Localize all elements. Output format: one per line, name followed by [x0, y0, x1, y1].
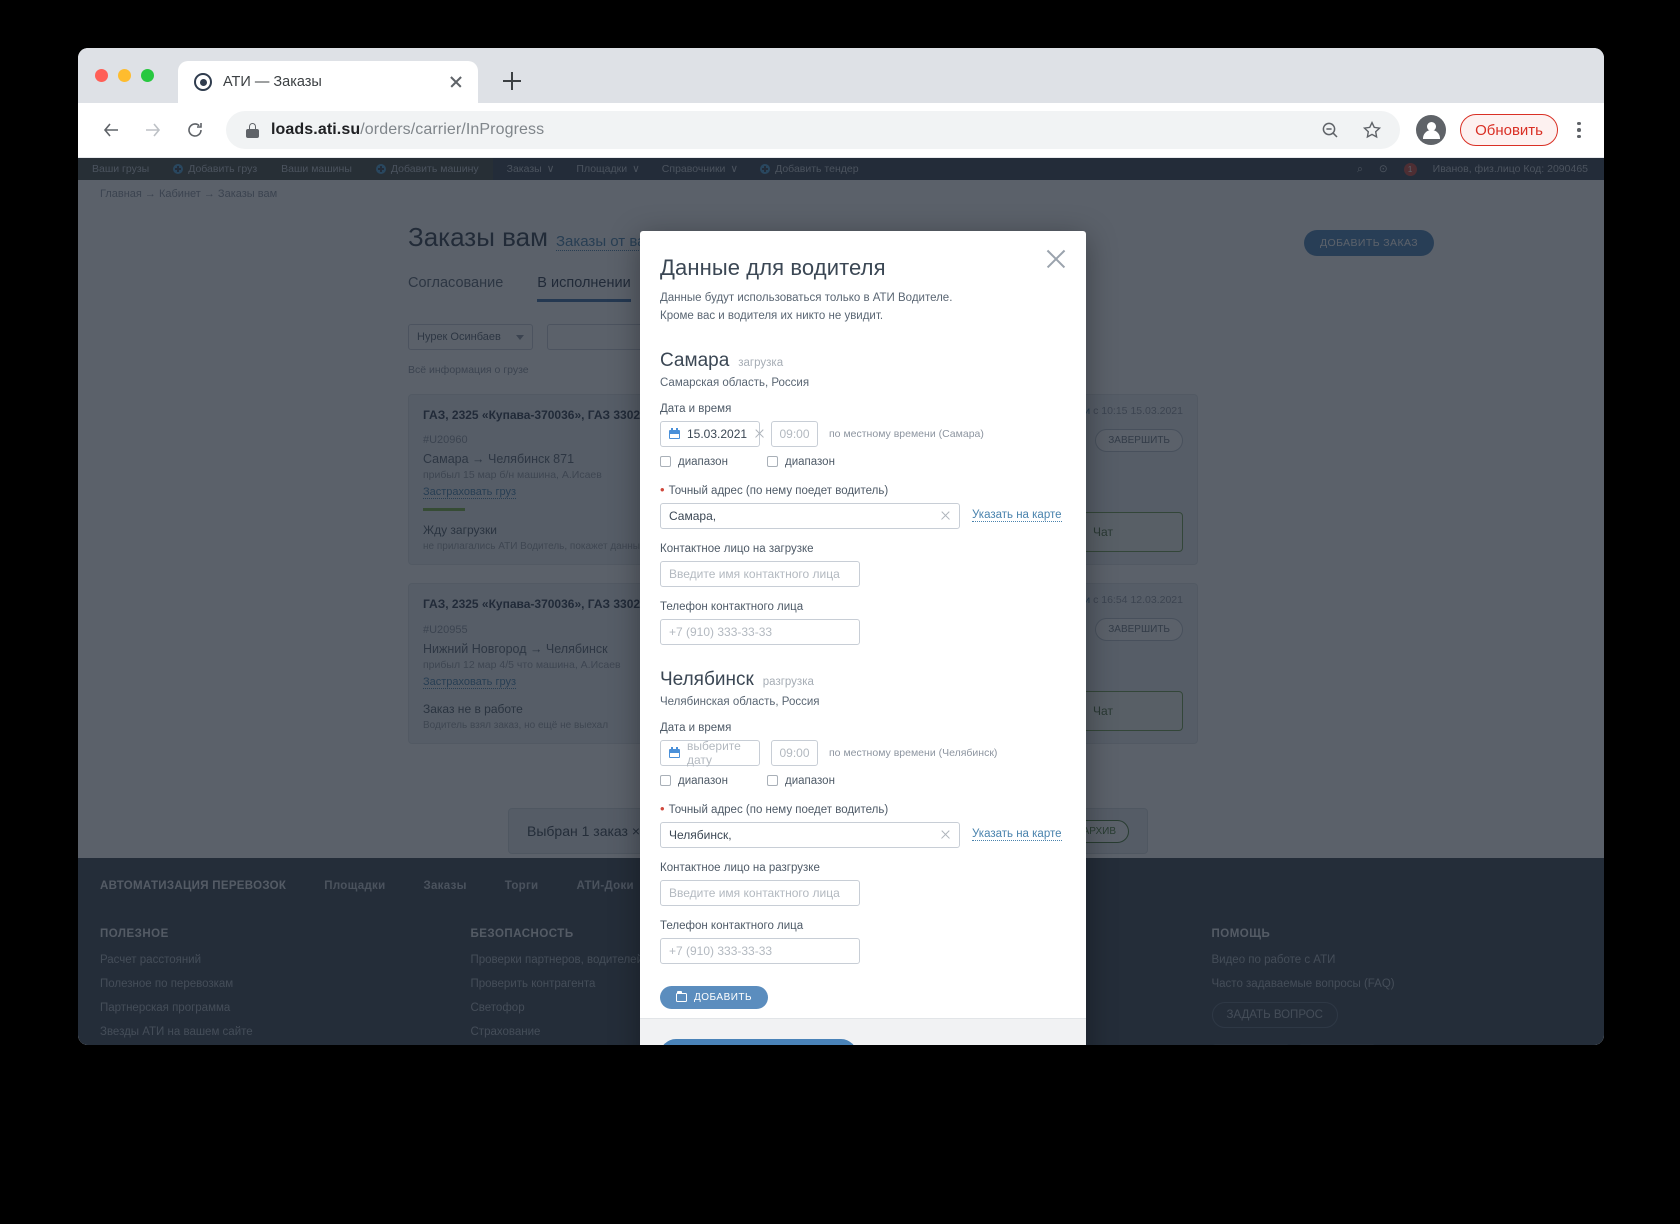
unloading-date-range-checkbox[interactable]: диапазон — [660, 775, 767, 787]
bookmark-star-icon[interactable] — [1360, 118, 1384, 142]
unloading-time-range-checkbox[interactable]: диапазон — [767, 775, 835, 787]
unloading-show-on-map-link[interactable]: Указать на карте — [972, 828, 1062, 842]
close-window-button[interactable] — [95, 69, 108, 82]
modal-body: Данные для водителя Данные будут использ… — [640, 231, 1086, 1018]
loading-date-input[interactable]: 15.03.2021 — [660, 420, 760, 447]
loading-city-header: Самара загрузка — [660, 350, 1066, 372]
profile-avatar-icon[interactable] — [1416, 115, 1447, 145]
reload-button[interactable] — [176, 111, 214, 149]
checkbox-icon — [660, 775, 671, 787]
unloading-date-input[interactable]: выберите дату — [660, 738, 760, 767]
address-bar[interactable]: loads.ati.su/orders/carrier/InProgress — [226, 111, 1401, 149]
unloading-city-kind: разгрузка — [762, 675, 814, 688]
unloading-phone-placeholder: +7 (910) 333-33-33 — [669, 943, 773, 958]
url-path: /orders/carrier/InProgress — [360, 121, 545, 138]
close-icon[interactable] — [1042, 245, 1070, 273]
unloading-city-header: Челябинск разгрузка — [660, 669, 1066, 691]
loading-show-on-map-link[interactable]: Указать на карте — [972, 509, 1062, 523]
unloading-section: Челябинск разгрузка Челябинская область,… — [660, 669, 1066, 964]
ati-logo-icon — [194, 73, 212, 91]
loading-time-input[interactable]: 09:00 — [771, 420, 818, 447]
modal-footer: ОТПРАВИТЬ ВОДИТЕЛЮ Указать позже — [640, 1018, 1086, 1045]
unloading-datetime-row: выберите дату 09:00 по местному времени … — [660, 738, 1066, 767]
unloading-contact-input[interactable]: Введите имя контактного лица — [660, 879, 860, 906]
loading-datetime-label: Дата и время — [660, 402, 732, 415]
browser-tabstrip: АТИ — Заказы — [78, 48, 1604, 103]
loading-address-input[interactable]: Самара, — [660, 502, 960, 529]
kebab-menu-icon[interactable] — [1568, 121, 1590, 139]
url-text: loads.ati.su/orders/carrier/InProgress — [271, 121, 544, 139]
lock-icon — [246, 122, 259, 138]
unloading-time-placeholder: 09:00 — [779, 745, 810, 760]
unloading-contact-placeholder: Введите имя контактного лица — [669, 885, 840, 900]
loading-phone-input[interactable]: +7 (910) 333-33-33 — [660, 618, 860, 645]
modal-title: Данные для водителя — [660, 255, 886, 280]
checkbox-icon — [767, 456, 778, 468]
unloading-phone-label: Телефон контактного лица — [660, 919, 804, 932]
unloading-address-input[interactable]: Челябинск, — [660, 821, 960, 848]
loading-address-row: Самара, Указать на карте — [660, 502, 1066, 529]
loading-city-kind: загрузка — [738, 356, 784, 369]
loading-city-name: Самара — [660, 349, 730, 371]
loading-timezone-note: по местному времени (Самара) — [829, 427, 984, 440]
url-domain: loads.ati.su — [271, 121, 361, 138]
checkbox-icon — [767, 775, 778, 787]
unloading-city-name: Челябинск — [660, 668, 754, 690]
loading-time-placeholder: 09:00 — [779, 426, 810, 441]
unloading-address-row: Челябинск, Указать на карте — [660, 821, 1066, 848]
loading-phone-placeholder: +7 (910) 333-33-33 — [669, 624, 773, 639]
loading-region: Самарская область, Россия — [660, 376, 810, 389]
add-file-label: ДОБАВИТЬ — [694, 991, 753, 1003]
unloading-region: Челябинская область, Россия — [660, 695, 820, 708]
add-file-button[interactable]: ДОБАВИТЬ — [660, 985, 769, 1009]
loading-contact-input[interactable]: Введите имя контактного лица — [660, 560, 860, 587]
loading-datetime-row: 15.03.2021 09:00 по местному времени (Са… — [660, 420, 1066, 447]
browser-window: АТИ — Заказы loads.ati.su/orders/carrier… — [78, 48, 1604, 1045]
browser-toolbar: loads.ati.su/orders/carrier/InProgress О… — [78, 103, 1604, 158]
clear-address-icon[interactable] — [940, 510, 951, 521]
minimize-window-button[interactable] — [118, 69, 131, 82]
loading-address-value: Самара, — [669, 508, 717, 523]
unloading-range-checks: диапазон диапазон — [660, 775, 1066, 787]
driver-data-modal: Данные для водителя Данные будут использ… — [640, 231, 1086, 1045]
modal-subtitle: Данные будут использоваться только в АТИ… — [660, 292, 953, 322]
calendar-icon — [669, 428, 680, 440]
send-to-driver-button[interactable]: ОТПРАВИТЬ ВОДИТЕЛЮ — [660, 1038, 858, 1045]
tab-title: АТИ — Заказы — [223, 74, 322, 90]
window-traffic-lights[interactable] — [95, 69, 154, 82]
calendar-icon — [669, 747, 680, 759]
new-tab-button[interactable] — [498, 67, 526, 95]
unloading-datetime-label: Дата и время — [660, 721, 732, 734]
folder-icon — [676, 990, 687, 1002]
loading-time-range-checkbox[interactable]: диапазон — [767, 456, 835, 468]
update-button[interactable]: Обновить — [1460, 114, 1558, 146]
close-tab-icon[interactable] — [446, 72, 466, 92]
loading-section: Самара загрузка Самарская область, Росси… — [660, 350, 1066, 645]
unloading-timezone-note: по местному времени (Челябинск) — [829, 746, 998, 759]
back-button[interactable] — [92, 111, 130, 149]
zoom-out-icon[interactable] — [1318, 118, 1342, 142]
loading-address-label: Точный адрес (по нему поедет водитель) — [660, 482, 1066, 497]
unloading-contact-label: Контактное лицо на разгрузке — [660, 861, 820, 874]
forward-button[interactable] — [134, 111, 172, 149]
loading-contact-placeholder: Введите имя контактного лица — [669, 566, 840, 581]
unloading-time-input[interactable]: 09:00 — [771, 739, 818, 766]
loading-range-checks: диапазон диапазон — [660, 456, 1066, 468]
unloading-address-value: Челябинск, — [669, 827, 732, 842]
loading-contact-label: Контактное лицо на загрузке — [660, 542, 814, 555]
unloading-phone-input[interactable]: +7 (910) 333-33-33 — [660, 937, 860, 964]
browser-tab-active[interactable]: АТИ — Заказы — [178, 61, 478, 103]
maximize-window-button[interactable] — [141, 69, 154, 82]
unloading-address-label: Точный адрес (по нему поедет водитель) — [660, 801, 1066, 816]
clear-address-icon[interactable] — [940, 829, 951, 840]
checkbox-icon — [660, 456, 671, 468]
loading-date-range-checkbox[interactable]: диапазон — [660, 456, 767, 468]
loading-phone-label: Телефон контактного лица — [660, 600, 804, 613]
clear-date-icon[interactable] — [754, 428, 765, 439]
loading-date-value: 15.03.2021 — [687, 426, 748, 441]
unloading-date-placeholder: выберите дату — [687, 738, 741, 767]
